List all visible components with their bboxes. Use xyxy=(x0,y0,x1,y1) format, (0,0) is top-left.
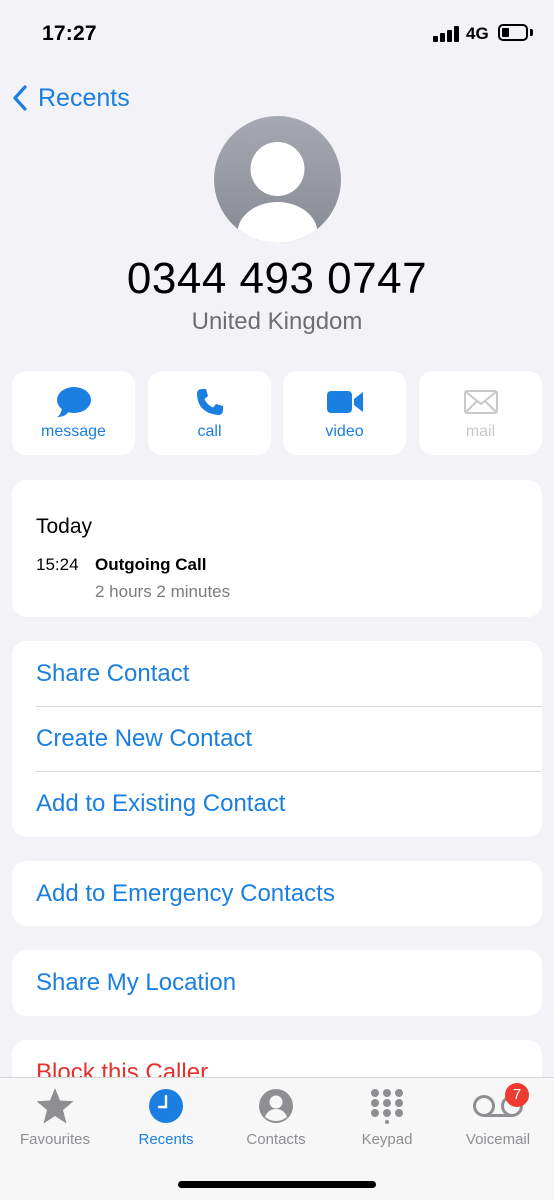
person-circle-icon xyxy=(259,1089,293,1123)
location-card: Share My Location xyxy=(12,950,542,1016)
mail-label: mail xyxy=(465,423,496,440)
quick-actions: message call video mail xyxy=(12,371,542,455)
add-to-emergency-contacts-button[interactable]: Add to Emergency Contacts xyxy=(36,861,542,926)
tab-keypad-label: Keypad xyxy=(361,1131,413,1148)
contact-avatar xyxy=(214,116,341,243)
message-button[interactable]: message xyxy=(12,371,135,455)
status-time: 17:27 xyxy=(42,22,97,45)
tab-voicemail-label: Voicemail xyxy=(465,1131,531,1148)
keypad-icon xyxy=(371,1089,403,1124)
back-label: Recents xyxy=(38,83,130,112)
tab-favourites-label: Favourites xyxy=(19,1131,91,1148)
emergency-card: Add to Emergency Contacts xyxy=(12,861,542,926)
tab-contacts[interactable]: Contacts xyxy=(221,1078,331,1158)
home-indicator[interactable] xyxy=(178,1181,376,1188)
history-duration: 2 hours 2 minutes xyxy=(95,582,231,601)
tab-keypad[interactable]: Keypad xyxy=(332,1078,442,1158)
status-bar: 17:27 4G xyxy=(0,0,554,66)
chevron-left-icon xyxy=(13,85,27,111)
message-bubble-icon xyxy=(56,387,91,417)
video-camera-icon xyxy=(326,391,363,413)
tab-favourites[interactable]: Favourites xyxy=(0,1078,110,1158)
battery-icon xyxy=(498,24,528,41)
clock-icon xyxy=(149,1089,183,1123)
call-button[interactable]: call xyxy=(148,371,271,455)
tab-voicemail[interactable]: 7 Voicemail xyxy=(443,1078,553,1158)
call-label: call xyxy=(197,423,222,440)
add-to-existing-contact-button[interactable]: Add to Existing Contact xyxy=(36,771,542,836)
mail-button[interactable]: mail xyxy=(419,371,542,455)
create-new-contact-button[interactable]: Create New Contact xyxy=(36,706,542,771)
history-time: 15:24 xyxy=(36,555,79,574)
voicemail-badge: 7 xyxy=(505,1083,529,1107)
star-icon xyxy=(36,1088,74,1124)
cellular-signal-icon xyxy=(433,26,461,42)
share-my-location-button[interactable]: Share My Location xyxy=(36,950,542,1015)
history-day: Today xyxy=(36,515,93,538)
network-type: 4G xyxy=(466,24,489,43)
tab-bar: Favourites Recents Contacts Keypad 7 Voi… xyxy=(0,1077,554,1200)
call-history-card: Today 15:24 Outgoing Call 2 hours 2 minu… xyxy=(12,480,542,617)
video-label: video xyxy=(325,423,364,440)
phone-number: 0344 493 0747 xyxy=(126,254,428,303)
tab-recents[interactable]: Recents xyxy=(111,1078,221,1158)
history-call-type: Outgoing Call xyxy=(95,555,207,574)
share-contact-button[interactable]: Share Contact xyxy=(36,641,542,706)
video-button[interactable]: video xyxy=(283,371,406,455)
tab-recents-label: Recents xyxy=(138,1131,194,1148)
back-button[interactable]: Recents xyxy=(12,82,130,114)
contact-options-card: Share Contact Create New Contact Add to … xyxy=(12,641,542,837)
tab-contacts-label: Contacts xyxy=(246,1131,306,1148)
country-label: United Kingdom xyxy=(191,308,363,335)
phone-icon xyxy=(196,389,223,415)
envelope-icon xyxy=(463,390,498,414)
battery-cap xyxy=(530,29,533,36)
person-silhouette-icon xyxy=(237,142,318,243)
message-label: message xyxy=(41,423,106,440)
